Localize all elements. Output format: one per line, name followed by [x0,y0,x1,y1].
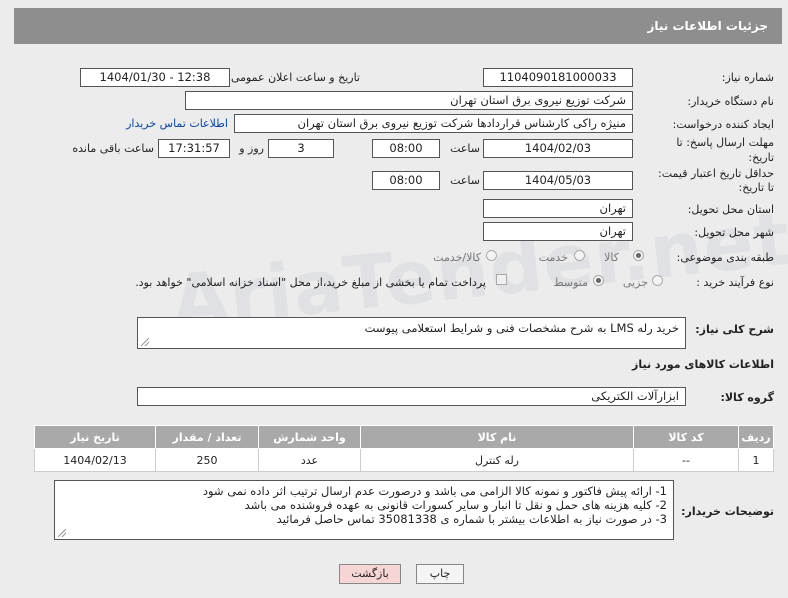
col-unit: واحد شمارش [258,425,361,449]
description-text: خرید رله LMS به شرح مشخصات فنی و شرایط ا… [364,321,679,335]
buyer-org-label: نام دستگاه خریدار: [687,95,774,108]
cell-code: -- [633,448,739,472]
cell-qty: 250 [155,448,259,472]
buyer-note-line: 2- کلیه هزینه های حمل و نقل تا انبار و س… [244,498,667,512]
deadline-label-2: تاریخ: [748,151,774,164]
buyer-org-field: شرکت توزیع نیروی برق استان تهران [185,91,633,110]
city-field: تهران [483,222,633,241]
cell-row: 1 [738,448,774,472]
table-row: 1 -- رله کنترل عدد 250 1404/02/13 [34,448,774,472]
process-medium-label: متوسط [553,276,588,289]
days-label: روز و [239,142,264,155]
announce-label: تاریخ و ساعت اعلان عمومی: [227,71,360,84]
province-label: استان محل تحویل: [687,203,774,216]
buyer-note-line: 3- در صورت نیاز به اطلاعات بیشتر با شمار… [276,512,667,526]
goods-table-header: ردیف کد کالا نام کالا واحد شمارش تعداد /… [34,425,774,449]
buyer-notes-textarea[interactable]: 1- ارائه پیش فاکتور و نمونه کالا الزامی … [54,480,674,540]
category-service-radio[interactable] [574,250,585,261]
treasury-payment-note: پرداخت تمام یا بخشی از مبلغ خرید،از محل … [135,276,486,289]
announce-field: 1404/01/30 - 12:38 [80,68,230,87]
deadline-time-field: 08:00 [372,139,440,158]
col-qty: تعداد / مقدار [155,425,259,449]
back-button[interactable]: بازگشت [339,564,401,584]
cell-unit: عدد [258,448,361,472]
days-field: 3 [268,139,334,158]
process-medium-radio[interactable] [593,275,604,286]
goods-group-label: گروه کالا: [720,391,774,404]
print-button[interactable]: چاپ [416,564,464,584]
price-time-label: ساعت [450,174,480,187]
category-goods-label: کالا [604,251,619,264]
page-title: جزئیات اطلاعات نیاز [14,8,782,44]
category-both-label: کالا/خدمت [433,251,481,264]
col-name: نام کالا [360,425,634,449]
province-field: تهران [483,199,633,218]
buyer-notes-label: توضیحات خریدار: [681,505,774,518]
buyer-contact-link[interactable]: اطلاعات تماس خریدار [126,117,228,130]
price-time-field: 08:00 [372,171,440,190]
city-label: شهر محل تحویل: [694,226,774,239]
deadline-date-field: 1404/02/03 [483,139,633,158]
cell-name: رله کنترل [360,448,634,472]
remaining-time-field: 17:31:57 [158,139,230,158]
treasury-payment-checkbox[interactable] [496,274,507,285]
buyer-note-line: 1- ارائه پیش فاکتور و نمونه کالا الزامی … [202,484,667,498]
process-minor-radio[interactable] [652,275,663,286]
remaining-label: ساعت باقی مانده [72,142,154,155]
creator-field: منیژه راکی کارشناس قراردادها شرکت توزیع … [234,114,633,133]
category-label: طبقه بندی موضوعی: [676,251,774,264]
resize-grip[interactable] [58,529,66,537]
category-service-label: خدمت [538,251,568,264]
price-validity-label-1: حداقل تاریخ اعتبار قیمت: [658,167,774,180]
price-validity-label-2: تا تاریخ: [738,181,774,194]
need-number-label: شماره نیاز: [721,71,774,84]
goods-table: ردیف کد کالا نام کالا واحد شمارش تعداد /… [34,425,774,472]
description-textarea[interactable]: خرید رله LMS به شرح مشخصات فنی و شرایط ا… [137,317,686,349]
category-goods-radio[interactable] [633,250,644,261]
price-date-field: 1404/05/03 [483,171,633,190]
goods-section-title: اطلاعات کالاهای مورد نیاز [632,358,774,371]
col-row: ردیف [738,425,774,449]
cell-date: 1404/02/13 [34,448,156,472]
col-date: تاریخ نیاز [34,425,156,449]
deadline-time-label: ساعت [450,142,480,155]
process-label: نوع فرآیند خرید : [696,276,774,289]
description-label: شرح کلی نیاز: [695,323,774,336]
resize-grip[interactable] [141,338,149,346]
col-code: کد کالا [633,425,739,449]
category-both-radio[interactable] [486,250,497,261]
goods-group-field: ابزارآلات الکتریکی [137,387,686,406]
deadline-label-1: مهلت ارسال پاسخ: تا [676,136,774,149]
process-minor-label: جزیی [622,276,648,289]
need-number-field: 1104090181000033 [483,68,633,87]
creator-label: ایجاد کننده درخواست: [672,118,774,131]
page: AriaTender.net جزئیات اطلاعات نیاز شماره… [0,0,788,598]
